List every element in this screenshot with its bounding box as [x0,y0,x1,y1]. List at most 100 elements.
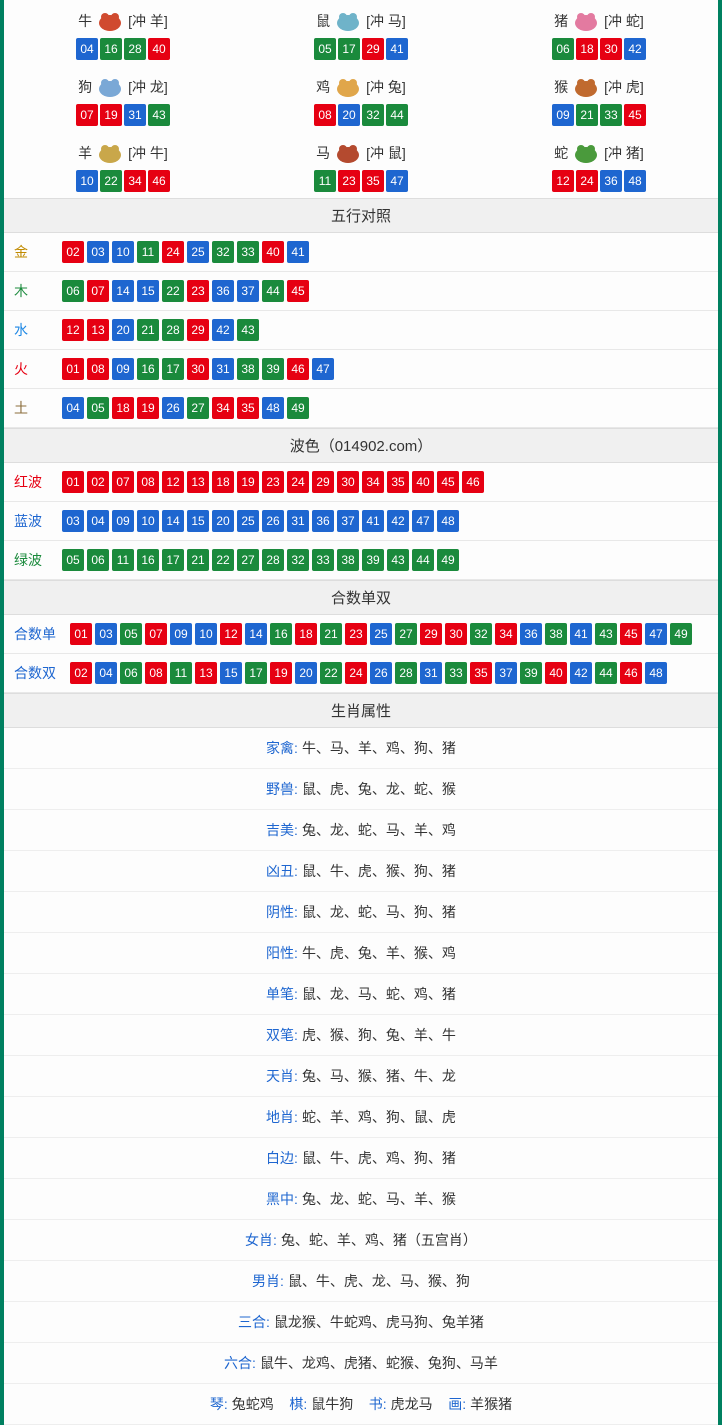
number-ball: 36 [212,280,234,302]
zodiac-chong: [冲 马] [366,11,406,31]
table-row: 火0108091617303138394647 [4,350,718,389]
row-balls: 05061116172122272832333839434449 [62,549,459,571]
number-ball: 29 [420,623,442,645]
number-ball: 04 [76,38,98,60]
number-ball: 12 [220,623,242,645]
section-header-bose: 波色（014902.com） [4,428,718,463]
attribute-value: 鼠、牛、虎、龙、马、猴、狗 [288,1273,470,1289]
zodiac-header: 牛[冲 羊] [8,8,238,34]
zodiac-name: 蛇 [554,143,568,163]
attribute-value: 鼠、虎、兔、龙、蛇、猴 [302,781,456,797]
zodiac-cell: 鼠[冲 马]05172941 [242,0,480,66]
number-ball: 40 [262,241,284,263]
row-balls: 1213202128294243 [62,319,259,341]
footer-row: 琴:兔蛇鸡 棋:鼠牛狗 书:虎龙马 画:羊猴猪 [4,1384,718,1425]
row-label: 合数单 [14,624,70,644]
attribute-label: 白边: [266,1150,298,1166]
attribute-value: 鼠龙猴、牛蛇鸡、虎马狗、兔羊猪 [274,1314,484,1330]
zodiac-balls: 08203244 [246,104,476,126]
number-ball: 02 [70,662,92,684]
number-ball: 45 [624,104,646,126]
number-ball: 24 [287,471,309,493]
number-ball: 22 [100,170,122,192]
attribute-label: 野兽: [266,781,298,797]
number-ball: 40 [148,38,170,60]
shuxing-table: 家禽:牛、马、羊、鸡、狗、猪野兽:鼠、虎、兔、龙、蛇、猴吉美:兔、龙、蛇、马、羊… [4,728,718,1384]
number-ball: 10 [76,170,98,192]
number-ball: 49 [287,397,309,419]
attribute-label: 男肖: [252,1273,284,1289]
number-ball: 19 [100,104,122,126]
number-ball: 22 [212,549,234,571]
attribute-row: 地肖:蛇、羊、鸡、狗、鼠、虎 [4,1097,718,1138]
number-ball: 32 [362,104,384,126]
zodiac-chong: [冲 兔] [366,77,406,97]
attribute-label: 地肖: [266,1109,298,1125]
table-row: 土04051819262734354849 [4,389,718,428]
attribute-row: 阴性:鼠、龙、蛇、马、狗、猪 [4,892,718,933]
zodiac-name: 马 [316,143,330,163]
zodiac-chong: [冲 牛] [128,143,168,163]
row-label: 蓝波 [14,511,62,531]
attribute-label: 天肖: [266,1068,298,1084]
row-balls: 0102070812131819232429303435404546 [62,471,484,493]
number-ball: 05 [120,623,142,645]
attribute-label: 六合: [224,1355,256,1371]
attribute-value: 兔、龙、蛇、马、羊、鸡 [302,822,456,838]
number-ball: 13 [187,471,209,493]
row-label: 红波 [14,472,62,492]
number-ball: 06 [87,549,109,571]
zodiac-cell: 羊[冲 牛]10223446 [4,132,242,198]
number-ball: 26 [262,510,284,532]
number-ball: 12 [162,471,184,493]
zodiac-header: 鼠[冲 马] [246,8,476,34]
attribute-value: 鼠、龙、蛇、马、狗、猪 [302,904,456,920]
number-ball: 24 [345,662,367,684]
number-ball: 39 [520,662,542,684]
number-ball: 48 [645,662,667,684]
attribute-label: 阳性: [266,945,298,961]
number-ball: 31 [212,358,234,380]
number-ball: 29 [187,319,209,341]
zodiac-animal-icon [570,140,602,166]
number-ball: 42 [212,319,234,341]
zodiac-header: 蛇 [冲 猪] [484,140,714,166]
footer-hua-value: 羊猴猪 [470,1396,512,1412]
number-ball: 07 [145,623,167,645]
table-row: 水1213202128294243 [4,311,718,350]
attribute-row: 双笔:虎、猴、狗、兔、羊、牛 [4,1015,718,1056]
attribute-row: 家禽:牛、马、羊、鸡、狗、猪 [4,728,718,769]
number-ball: 11 [314,170,336,192]
zodiac-chong: [冲 猪] [604,143,644,163]
attribute-row: 野兽:鼠、虎、兔、龙、蛇、猴 [4,769,718,810]
footer-qi-value: 鼠牛狗 [311,1396,353,1412]
section-header-wuxing: 五行对照 [4,198,718,233]
number-ball: 39 [262,358,284,380]
zodiac-animal-icon [94,8,126,34]
number-ball: 07 [112,471,134,493]
number-ball: 22 [320,662,342,684]
number-ball: 05 [314,38,336,60]
number-ball: 07 [76,104,98,126]
zodiac-balls: 09213345 [484,104,714,126]
zodiac-header: 猪[冲 蛇] [484,8,714,34]
row-label: 水 [14,320,62,340]
number-ball: 13 [87,319,109,341]
number-ball: 23 [187,280,209,302]
number-ball: 31 [124,104,146,126]
zodiac-animal-icon [94,140,126,166]
number-ball: 46 [462,471,484,493]
number-ball: 35 [470,662,492,684]
table-row: 木06071415222336374445 [4,272,718,311]
number-ball: 40 [545,662,567,684]
number-ball: 41 [362,510,384,532]
zodiac-animal-icon [332,8,364,34]
number-ball: 27 [237,549,259,571]
number-ball: 37 [337,510,359,532]
number-ball: 32 [470,623,492,645]
number-ball: 03 [87,241,109,263]
attribute-row: 单笔:鼠、龙、马、蛇、鸡、猪 [4,974,718,1015]
zodiac-chong: [冲 虎] [604,77,644,97]
number-ball: 21 [137,319,159,341]
number-ball: 30 [445,623,467,645]
